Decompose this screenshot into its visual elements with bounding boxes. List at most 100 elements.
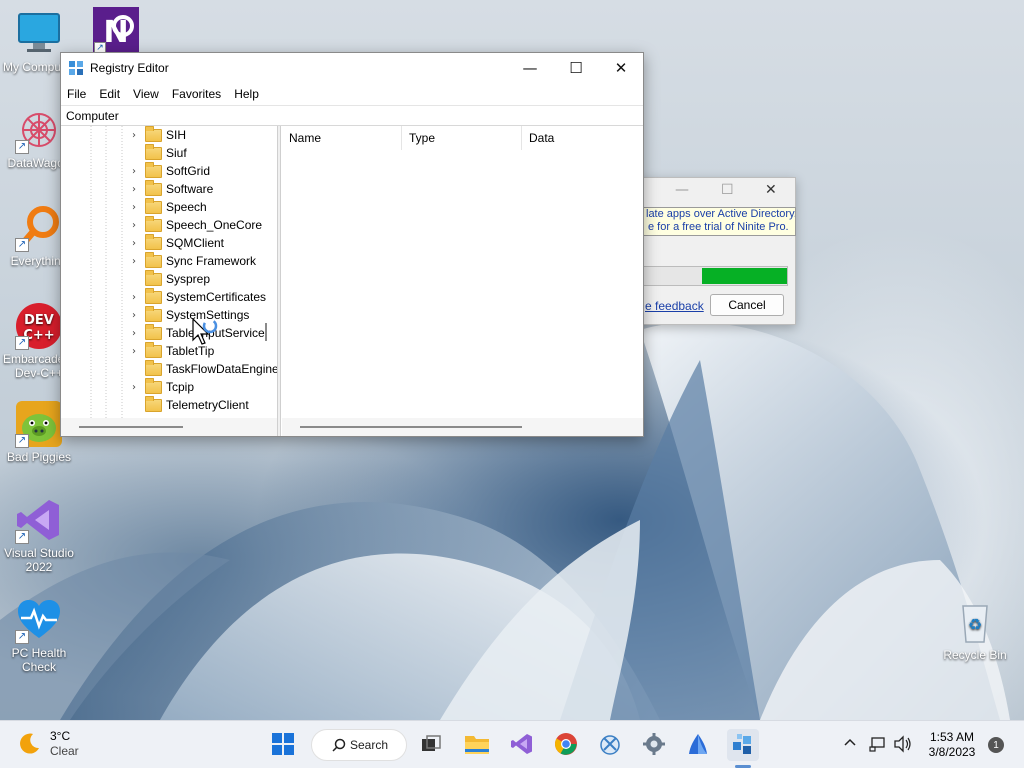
close-button[interactable]: ✕ — [598, 53, 644, 83]
tree-item[interactable]: › Speech_OneCore — [61, 216, 271, 234]
mouse-pointer-busy-icon — [192, 317, 220, 353]
recycle-bin-icon: ♻ — [951, 598, 999, 646]
pane-splitter[interactable] — [278, 126, 281, 436]
shortcut-arrow-icon: ↗ — [15, 434, 29, 448]
minimize-button[interactable]: — — [675, 182, 689, 198]
column-header: Name Type Data — [282, 126, 643, 150]
taskbar-file-explorer[interactable] — [461, 729, 493, 761]
title-bar[interactable]: Registry Editor — ☐ ✕ — [61, 53, 643, 83]
tree-item-label: Tcpip — [166, 380, 195, 394]
tree-vertical-scrollbar[interactable] — [265, 323, 267, 341]
taskbar-chrome[interactable] — [550, 729, 582, 761]
desktop-icon-label: Check — [21, 660, 56, 674]
tree-item[interactable]: › TabletInputService — [61, 324, 271, 342]
address-path: Computer — [66, 108, 119, 123]
key-tree-pane[interactable]: › SIH Siuf › SoftGrid › Software › Speech › Speech… — [61, 126, 278, 436]
feedback-link[interactable]: e feedback — [645, 299, 704, 313]
tree-item-label: Sysprep — [166, 272, 211, 286]
values-list-pane[interactable]: Name Type Data — [282, 126, 643, 436]
taskbar-app[interactable] — [682, 729, 714, 761]
clock[interactable]: 1:53 AM 3/8/2023 — [920, 730, 984, 760]
tree-item[interactable]: › Software — [61, 180, 271, 198]
volume-icon[interactable] — [893, 735, 913, 756]
tree-item[interactable]: Sysprep — [61, 270, 271, 288]
notification-badge[interactable]: 1 — [988, 737, 1004, 753]
expand-chevron-icon[interactable]: › — [132, 202, 142, 213]
values-horizontal-scrollbar[interactable] — [282, 418, 643, 436]
desktop-icon-label: Visual Studio — [4, 546, 74, 560]
close-button[interactable]: ✕ — [765, 182, 777, 198]
tree-item[interactable]: Siuf — [61, 144, 271, 162]
tree-item-label: Speech_OneCore — [166, 218, 263, 232]
tree-item[interactable]: › Tcpip — [61, 378, 271, 396]
expand-chevron-icon[interactable]: › — [132, 382, 142, 393]
expand-chevron-icon[interactable]: › — [132, 346, 142, 357]
tree-item[interactable]: TelemetryClient — [61, 396, 271, 414]
weather-widget[interactable]: 3°C Clear — [18, 729, 79, 759]
maximize-button[interactable]: ☐ — [553, 53, 599, 83]
shortcut-arrow-icon: ↗ — [15, 336, 29, 350]
expand-chevron-icon[interactable]: › — [132, 220, 142, 231]
column-name[interactable]: Name — [282, 126, 402, 150]
chevron-up-icon[interactable] — [843, 736, 857, 753]
column-type[interactable]: Type — [402, 126, 522, 150]
tree-item[interactable]: › SoftGrid — [61, 162, 271, 180]
expand-chevron-icon[interactable]: › — [132, 238, 142, 249]
tree-horizontal-scrollbar[interactable] — [61, 418, 277, 436]
folder-icon — [145, 378, 162, 394]
column-data[interactable]: Data — [522, 126, 642, 150]
tree-item-label: Software — [166, 182, 214, 196]
taskbar-search-box[interactable]: Search — [311, 729, 407, 761]
taskbar-snipping-tool[interactable] — [594, 729, 626, 761]
expand-chevron-icon[interactable]: › — [132, 166, 142, 177]
taskbar-registry-editor[interactable] — [727, 729, 759, 761]
registry-editor-window[interactable]: Registry Editor — ☐ ✕ File Edit View Fav… — [60, 52, 644, 437]
expand-chevron-icon[interactable]: › — [132, 130, 142, 141]
expand-chevron-icon[interactable]: › — [132, 328, 142, 339]
minimize-button[interactable]: — — [507, 53, 553, 83]
tree-item[interactable]: › Sync Framework — [61, 252, 271, 270]
network-icon[interactable] — [869, 735, 887, 756]
desktop-icon-pc-health-check[interactable]: ↗ PC Health Check — [1, 596, 77, 674]
tree-item[interactable]: › SystemCertificates — [61, 288, 271, 306]
menu-favorites[interactable]: Favorites — [172, 87, 228, 101]
nd-app-icon[interactable]: N ↗ — [92, 6, 140, 54]
weather-condition: Clear — [50, 744, 79, 758]
folder-icon — [145, 198, 162, 214]
address-bar[interactable]: Computer — [61, 105, 643, 126]
tree-item[interactable]: › SQMClient — [61, 234, 271, 252]
registry-editor-icon — [731, 732, 755, 759]
clock-time: 1:53 AM — [929, 730, 975, 744]
tree-item[interactable]: › SIH — [61, 126, 271, 144]
desktop-icon-visual-studio[interactable]: ↗ Visual Studio 2022 — [1, 496, 77, 574]
expand-chevron-icon[interactable]: › — [132, 184, 142, 195]
desktop-icon-recycle-bin[interactable]: ♻ Recycle Bin — [937, 598, 1013, 662]
expand-chevron-icon[interactable]: › — [132, 256, 142, 267]
menu-bar: File Edit View Favorites Help — [61, 83, 643, 105]
app-icon — [686, 732, 710, 759]
menu-help[interactable]: Help — [234, 87, 266, 101]
shortcut-arrow-icon: ↗ — [15, 238, 29, 252]
expand-chevron-icon[interactable]: › — [132, 292, 142, 303]
desktop-icon-label: PC Health — [11, 646, 67, 660]
taskbar-settings[interactable] — [638, 729, 670, 761]
taskbar-visual-studio[interactable] — [506, 729, 538, 761]
menu-file[interactable]: File — [67, 87, 93, 101]
menu-edit[interactable]: Edit — [99, 87, 127, 101]
scrollbar-thumb[interactable] — [79, 426, 183, 428]
folder-icon — [145, 288, 162, 304]
cancel-button[interactable]: Cancel — [710, 294, 784, 316]
tree-item-label: Sync Framework — [166, 254, 257, 268]
menu-view[interactable]: View — [133, 87, 166, 101]
tree-item-label: SoftGrid — [166, 164, 211, 178]
expand-chevron-icon[interactable]: › — [132, 310, 142, 321]
tree-item[interactable]: › SystemSettings — [61, 306, 271, 324]
start-button[interactable] — [267, 729, 299, 761]
folder-icon — [145, 342, 162, 358]
maximize-button[interactable]: ☐ — [721, 182, 734, 198]
tree-item[interactable]: › TabletTip — [61, 342, 271, 360]
scrollbar-thumb[interactable] — [300, 426, 522, 428]
tree-item[interactable]: TaskFlowDataEngine — [61, 360, 277, 378]
task-view-button[interactable] — [415, 729, 447, 761]
tree-item[interactable]: › Speech — [61, 198, 271, 216]
